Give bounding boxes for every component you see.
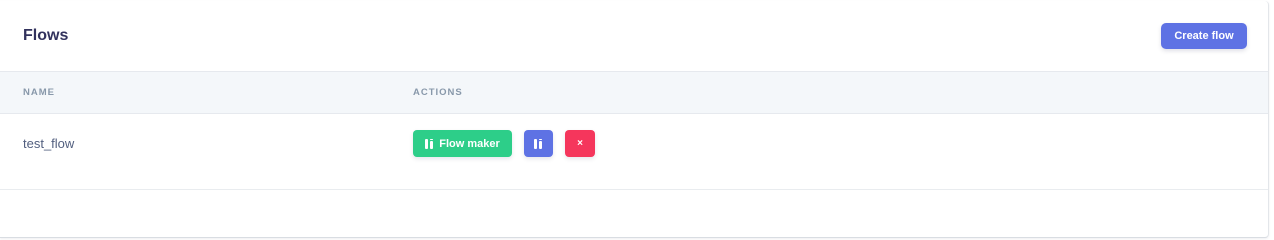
delete-flow-button[interactable]: × bbox=[565, 130, 595, 157]
table-header: NAME ACTIONS bbox=[0, 71, 1268, 114]
page-title: Flows bbox=[23, 27, 69, 44]
create-flow-button[interactable]: Create flow bbox=[1161, 23, 1247, 49]
columns-icon bbox=[425, 138, 434, 149]
table-row: test_flow Flow maker × bbox=[0, 113, 1268, 190]
flows-card: Flows Create flow NAME ACTIONS test_flow… bbox=[0, 1, 1269, 238]
card-header: Flows Create flow bbox=[0, 1, 1268, 71]
column-header-actions: ACTIONS bbox=[413, 87, 463, 98]
columns-icon bbox=[534, 138, 543, 149]
flow-name: test_flow bbox=[23, 136, 75, 151]
close-icon: × bbox=[577, 137, 583, 149]
column-header-name: NAME bbox=[23, 87, 55, 98]
flow-maker-label: Flow maker bbox=[439, 137, 500, 150]
view-flow-button[interactable] bbox=[524, 130, 553, 157]
flow-maker-button[interactable]: Flow maker bbox=[413, 130, 512, 157]
